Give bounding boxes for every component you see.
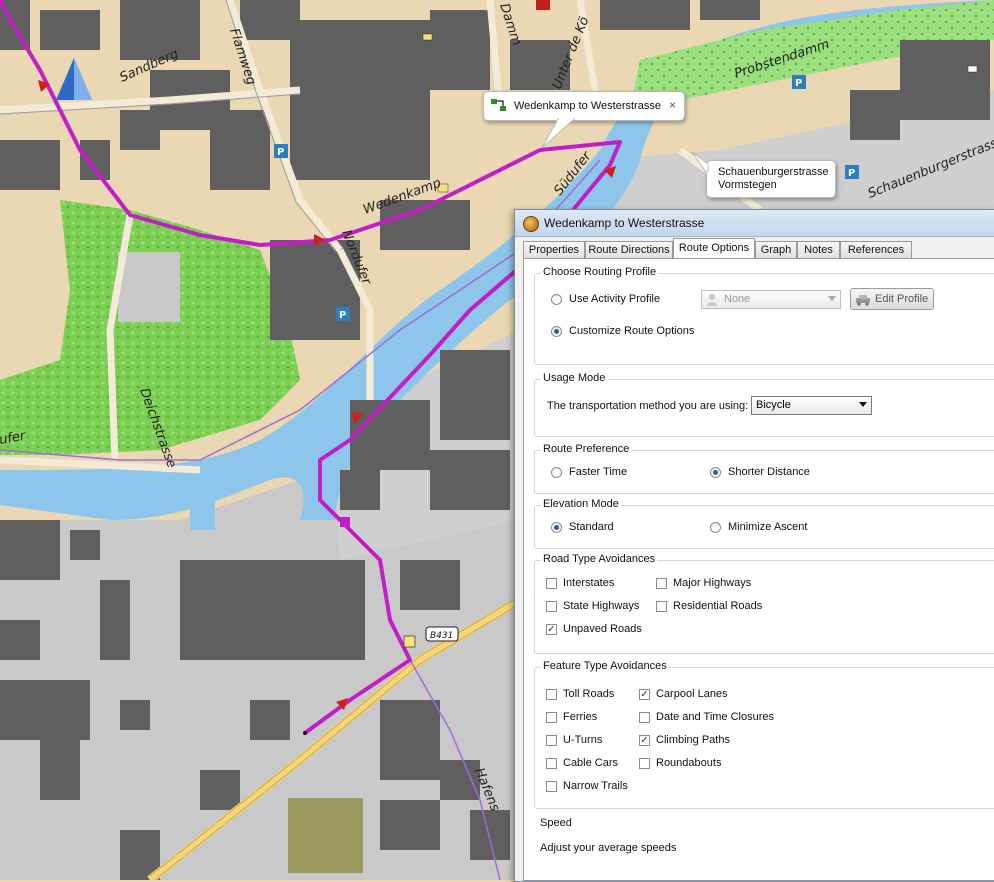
tab-route-options[interactable]: Route Options	[673, 238, 755, 259]
usage-mode-group: Usage Mode The transportation method you…	[534, 372, 994, 437]
route-properties-dialog[interactable]: Wedenkamp to Westerstrasse Properties Ro…	[514, 209, 994, 882]
place-callout-tail	[691, 151, 709, 172]
interstates-checkbox[interactable]	[546, 578, 557, 589]
minimize-ascent-radio[interactable]	[710, 522, 721, 533]
route-end	[303, 731, 307, 735]
state-highways-checkbox[interactable]	[546, 601, 557, 612]
route-callout[interactable]: Wedenkamp to Westerstrasse ×	[483, 91, 685, 121]
park-court	[118, 252, 180, 322]
edit-profile-label: Edit Profile	[875, 293, 929, 305]
svg-text:P: P	[277, 147, 284, 158]
road-shield-label: B431	[430, 631, 453, 641]
speed-group: Speed Adjust your average speeds	[534, 817, 994, 880]
carpool-lanes-checkbox[interactable]: ✓	[639, 689, 650, 700]
transportation-select[interactable]: Bicycle	[751, 396, 872, 415]
ferries-checkbox[interactable]	[546, 712, 557, 723]
place-callout-line1: Schauenburgerstrasse	[718, 166, 829, 178]
tab-graph[interactable]: Graph	[755, 241, 797, 258]
road-type-title: Road Type Avoidances	[541, 553, 658, 565]
svg-text:P: P	[795, 78, 802, 89]
tab-notes[interactable]: Notes	[797, 241, 840, 258]
chevron-down-icon	[859, 402, 867, 407]
unpaved-roads-checkbox[interactable]: ✓	[546, 624, 557, 635]
shorter-distance-label: Shorter Distance	[728, 466, 810, 478]
major-highways-checkbox[interactable]	[656, 578, 667, 589]
close-icon[interactable]: ×	[669, 98, 676, 112]
sports-field	[288, 798, 363, 873]
app-icon	[523, 216, 539, 232]
minimize-ascent-label: Minimize Ascent	[728, 521, 808, 533]
road-shield: B431	[425, 626, 459, 642]
climbing-paths-checkbox[interactable]: ✓	[639, 735, 650, 746]
narrow-trails-checkbox[interactable]	[546, 781, 557, 792]
shorter-distance-radio[interactable]	[710, 467, 721, 478]
elevation-mode-group: Elevation Mode Standard Minimize Ascent	[534, 498, 994, 549]
residential-roads-checkbox[interactable]	[656, 601, 667, 612]
cable-cars-checkbox[interactable]	[546, 758, 557, 769]
routing-profile-group: Choose Routing Profile Use Activity Prof…	[534, 266, 994, 365]
routing-profile-title: Choose Routing Profile	[541, 266, 659, 278]
feature-type-group: Feature Type Avoidances Toll Roads ✓ Car…	[534, 660, 994, 809]
customize-route-options-label: Customize Route Options	[569, 325, 695, 337]
major-highways-label: Major Highways	[673, 577, 752, 589]
tab-properties[interactable]: Properties	[523, 241, 585, 258]
place-callout[interactable]: Schauenburgerstrasse Vormstegen	[706, 160, 836, 198]
faster-time-label: Faster Time	[569, 466, 628, 478]
use-activity-profile-radio[interactable]	[551, 294, 562, 305]
narrow-trails-label: Narrow Trails	[563, 780, 628, 792]
dialog-title: Wedenkamp to Westerstrasse	[544, 216, 705, 230]
standard-radio[interactable]	[551, 522, 562, 533]
toll-roads-label: Toll Roads	[563, 688, 615, 700]
route-preference-group: Route Preference Faster Time Shorter Dis…	[534, 443, 994, 494]
car-icon	[856, 295, 870, 306]
ferries-label: Ferries	[563, 711, 598, 723]
faster-time-radio[interactable]	[551, 467, 562, 478]
toll-roads-checkbox[interactable]	[546, 689, 557, 700]
unpaved-roads-label: Unpaved Roads	[563, 623, 642, 635]
u-turns-label: U-Turns	[563, 734, 603, 746]
activity-profile-value: None	[724, 293, 751, 305]
elevation-mode-title: Elevation Mode	[541, 498, 621, 510]
road-type-group: Road Type Avoidances Interstates Major H…	[534, 553, 994, 654]
speed-subtitle: Adjust your average speeds	[540, 842, 677, 854]
dialog-titlebar[interactable]: Wedenkamp to Westerstrasse	[515, 210, 994, 237]
use-activity-profile-label: Use Activity Profile	[569, 293, 661, 305]
interstates-label: Interstates	[563, 577, 615, 589]
u-turns-checkbox[interactable]	[546, 735, 557, 746]
route-options-panel: Choose Routing Profile Use Activity Prof…	[523, 258, 994, 881]
carpool-lanes-label: Carpool Lanes	[656, 688, 728, 700]
climbing-paths-label: Climbing Paths	[656, 734, 730, 746]
route-preference-title: Route Preference	[541, 443, 632, 455]
canal	[190, 470, 215, 530]
user-icon	[707, 294, 717, 306]
route-callout-tail	[541, 118, 576, 149]
edit-profile-button: Edit Profile	[850, 288, 934, 310]
transportation-value: Bicycle	[756, 399, 791, 411]
date-time-closures-label: Date and Time Closures	[656, 711, 774, 723]
cable-cars-label: Cable Cars	[563, 757, 619, 769]
place-callout-line2: Vormstegen	[718, 179, 777, 191]
state-highways-label: State Highways	[563, 600, 640, 612]
usage-mode-title: Usage Mode	[541, 372, 608, 384]
customize-route-options-radio[interactable]	[551, 326, 562, 337]
activity-profile-select: None	[701, 290, 841, 309]
tab-references[interactable]: References	[840, 241, 912, 258]
tab-route-directions[interactable]: Route Directions	[585, 241, 673, 258]
route-callout-title: Wedenkamp to Westerstrasse	[514, 100, 661, 112]
route-icon	[491, 99, 506, 111]
roundabouts-label: Roundabouts	[656, 757, 722, 769]
standard-label: Standard	[569, 521, 614, 533]
feature-type-title: Feature Type Avoidances	[541, 660, 669, 672]
svg-text:P: P	[848, 168, 855, 179]
svg-text:P: P	[339, 310, 346, 321]
date-time-closures-checkbox[interactable]	[639, 712, 650, 723]
usage-mode-prompt: The transportation method you are using:	[547, 400, 749, 412]
roundabouts-checkbox[interactable]	[639, 758, 650, 769]
speed-title: Speed	[540, 817, 572, 829]
residential-roads-label: Residential Roads	[673, 600, 763, 612]
